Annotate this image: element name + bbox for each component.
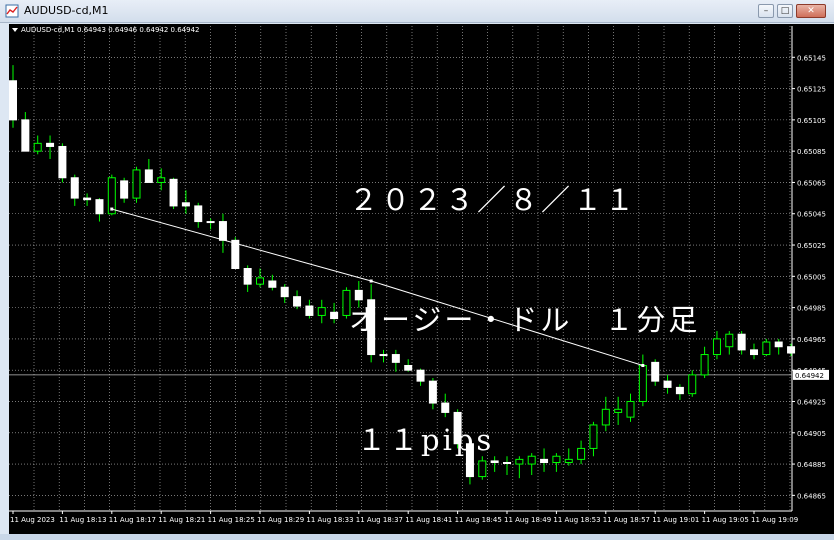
bearish-candle: [95, 199, 104, 215]
bullish-candle: [712, 338, 721, 356]
caption-pips: １１pips: [357, 423, 495, 457]
bearish-candle: [194, 205, 203, 223]
current-price-label: 0.64942: [795, 372, 824, 380]
y-tick-label: 0.65025: [797, 242, 826, 250]
bearish-candle: [58, 145, 67, 179]
bearish-candle: [169, 178, 178, 207]
bullish-candle: [157, 177, 166, 183]
bearish-candle: [268, 280, 277, 288]
maximize-button[interactable]: □: [777, 4, 793, 18]
bearish-candle: [231, 239, 240, 270]
chart-caption: ２０２３／８／１１ オージー・ドル １分足 １１pips: [349, 100, 700, 540]
y-tick-label: 0.64905: [797, 430, 826, 438]
chart-area[interactable]: 0.648650.648850.649050.649250.649450.649…: [9, 24, 834, 534]
bearish-candle: [293, 296, 302, 307]
bearish-candle: [70, 177, 79, 199]
y-tick-label: 0.64925: [797, 398, 826, 406]
bearish-candle: [280, 286, 289, 298]
bullish-candle: [700, 354, 709, 376]
bullish-candle: [317, 307, 326, 316]
bearish-candle: [9, 80, 17, 121]
y-tick-label: 0.65085: [797, 148, 826, 156]
x-tick-label: 11 Aug 2023: [10, 516, 55, 524]
y-tick-label: 0.65145: [797, 54, 826, 62]
bullish-candle: [132, 169, 141, 199]
x-tick-label: 11 Aug 18:25: [208, 516, 255, 524]
bearish-candle: [305, 305, 314, 316]
bullish-candle: [762, 341, 771, 356]
bearish-candle: [774, 341, 783, 348]
y-tick-label: 0.65125: [797, 86, 826, 94]
y-tick-label: 0.65005: [797, 273, 826, 281]
bearish-candle: [21, 119, 30, 152]
caption-pair: オージー・ドル １分足: [349, 303, 701, 337]
bullish-candle: [725, 333, 734, 348]
terminal-window: AUDUSD-cd,M1 – □ ✕ 0.64865 0.64885 0.64905…: [0, 0, 834, 534]
window-title: AUDUSD-cd,M1: [24, 4, 109, 17]
trendline-anchor: [110, 207, 114, 211]
bullish-candle: [33, 142, 42, 152]
bearish-candle: [750, 349, 758, 356]
y-tick-label: 0.64865: [797, 492, 826, 500]
bearish-candle: [243, 268, 252, 285]
bearish-candle: [144, 169, 153, 183]
bearish-candle: [206, 221, 215, 224]
y-tick-label: 0.65105: [797, 117, 826, 125]
caption-date: ２０２３／８／１１: [349, 183, 638, 217]
title-bar[interactable]: AUDUSD-cd,M1 – □ ✕: [0, 0, 834, 23]
bearish-candle: [787, 346, 796, 354]
chart-icon: [5, 4, 19, 18]
x-tick-label: 11 Aug 18:29: [257, 516, 304, 524]
close-button[interactable]: ✕: [796, 4, 826, 18]
x-tick-label: 11 Aug 18:13: [59, 516, 106, 524]
x-tick-label: 11 Aug 18:21: [158, 516, 205, 524]
minimize-button[interactable]: –: [758, 4, 774, 18]
y-tick-label: 0.64965: [797, 336, 826, 344]
bearish-candle: [83, 197, 92, 201]
bearish-candle: [181, 202, 190, 207]
bearish-candle: [46, 142, 55, 147]
bearish-candle: [330, 311, 339, 320]
y-tick-label: 0.64885: [797, 461, 826, 469]
x-tick-label: 11 Aug 19:05: [702, 516, 749, 524]
bearish-candle: [120, 180, 129, 199]
bearish-candle: [737, 333, 746, 351]
x-tick-label: 11 Aug 19:09: [751, 516, 798, 524]
y-tick-label: 0.64985: [797, 305, 826, 313]
bearish-candle: [218, 221, 227, 241]
bullish-candle: [256, 277, 264, 285]
y-tick-label: 0.65045: [797, 211, 826, 219]
x-tick-label: 11 Aug 18:33: [306, 516, 353, 524]
y-tick-label: 0.65065: [797, 179, 826, 187]
symbol-info: AUDUSD-cd,M1 0.64943 0.64946 0.64942 0.6…: [21, 26, 199, 34]
x-tick-label: 11 Aug 18:17: [109, 516, 156, 524]
dropdown-triangle-icon: [12, 28, 18, 32]
